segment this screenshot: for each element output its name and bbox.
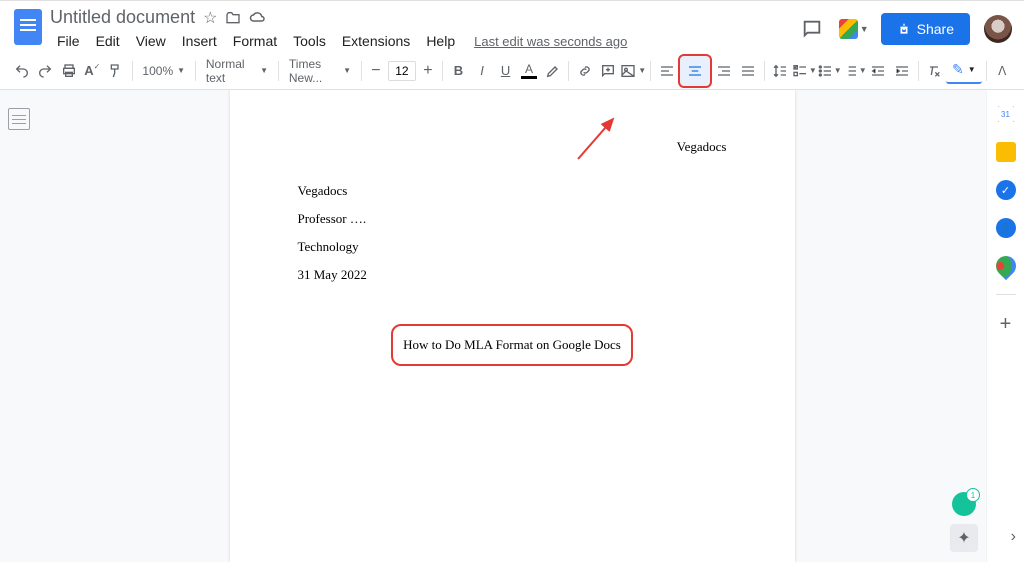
last-edit-link[interactable]: Last edit was seconds ago xyxy=(474,34,627,49)
body-line-4: 31 May 2022 xyxy=(298,262,727,288)
running-header: Vegadocs xyxy=(298,134,727,160)
insert-image-button[interactable]: ▼ xyxy=(620,57,646,85)
font-size-input[interactable] xyxy=(388,61,416,81)
spellcheck-button[interactable]: A✓ xyxy=(81,57,105,85)
body-line-2: Professor …. xyxy=(298,206,727,232)
align-center-annotation xyxy=(678,54,712,88)
move-icon[interactable] xyxy=(225,10,241,26)
hide-side-panel-button[interactable]: › xyxy=(1011,528,1016,546)
increase-indent-button[interactable] xyxy=(890,57,914,85)
increase-font-size-button[interactable]: + xyxy=(418,61,438,81)
document-page[interactable]: Vegadocs Vegadocs Professor …. Technolog… xyxy=(230,90,795,562)
bold-button[interactable]: B xyxy=(447,57,471,85)
clear-formatting-button[interactable] xyxy=(923,57,947,85)
menu-insert[interactable]: Insert xyxy=(175,30,224,52)
body-line-1: Vegadocs xyxy=(298,178,727,204)
document-title[interactable]: Untitled document xyxy=(50,7,195,28)
print-button[interactable] xyxy=(57,57,81,85)
checklist-button[interactable]: ▼ xyxy=(792,57,817,85)
show-outline-button[interactable] xyxy=(8,108,30,130)
line-spacing-button[interactable] xyxy=(768,57,792,85)
docs-logo[interactable] xyxy=(10,9,46,45)
calendar-icon[interactable] xyxy=(996,104,1016,124)
text-color-button[interactable]: A xyxy=(517,57,541,85)
zoom-dropdown[interactable]: 100%▼ xyxy=(136,58,191,84)
collapse-toolbar-button[interactable]: ᐱ xyxy=(991,57,1015,85)
menubar: File Edit View Insert Format Tools Exten… xyxy=(50,30,797,52)
share-button[interactable]: Share xyxy=(881,13,970,45)
comments-history-button[interactable] xyxy=(797,14,827,44)
font-family-dropdown[interactable]: Times New...▼ xyxy=(283,58,357,84)
editing-mode-dropdown[interactable]: ✎▼ xyxy=(946,58,982,84)
contacts-icon[interactable] xyxy=(996,218,1016,238)
undo-button[interactable] xyxy=(10,57,34,85)
highlight-color-button[interactable] xyxy=(541,57,565,85)
align-right-button[interactable] xyxy=(712,57,736,85)
maps-icon[interactable] xyxy=(991,252,1019,280)
menu-edit[interactable]: Edit xyxy=(89,30,127,52)
paint-format-button[interactable] xyxy=(104,57,128,85)
star-icon[interactable]: ☆ xyxy=(203,8,217,28)
cloud-saved-icon[interactable] xyxy=(249,9,267,27)
menu-help[interactable]: Help xyxy=(419,30,462,52)
menu-view[interactable]: View xyxy=(129,30,173,52)
menu-file[interactable]: File xyxy=(50,30,87,52)
side-panel: + xyxy=(986,90,1024,562)
paragraph-style-dropdown[interactable]: Normal text▼ xyxy=(200,58,274,84)
font-size-control: − + xyxy=(366,61,438,81)
explore-button[interactable]: ✦ xyxy=(950,524,978,552)
underline-button[interactable]: U xyxy=(494,57,518,85)
toolbar: A✓ 100%▼ Normal text▼ Times New...▼ − + … xyxy=(0,52,1024,90)
align-left-button[interactable] xyxy=(655,57,679,85)
meet-button[interactable]: ▼ xyxy=(839,14,869,44)
menu-format[interactable]: Format xyxy=(226,30,284,52)
document-title-text: How to Do MLA Format on Google Docs xyxy=(391,324,633,366)
align-justify-button[interactable] xyxy=(736,57,760,85)
menu-extensions[interactable]: Extensions xyxy=(335,30,417,52)
grammarly-icon[interactable] xyxy=(952,492,976,516)
account-avatar[interactable] xyxy=(982,13,1014,45)
share-label: Share xyxy=(917,21,954,37)
add-comment-button[interactable] xyxy=(597,57,621,85)
decrease-indent-button[interactable] xyxy=(867,57,891,85)
insert-link-button[interactable] xyxy=(573,57,597,85)
align-center-button[interactable] xyxy=(681,57,709,85)
get-addons-button[interactable]: + xyxy=(1000,313,1012,336)
decrease-font-size-button[interactable]: − xyxy=(366,61,386,81)
menu-tools[interactable]: Tools xyxy=(286,30,333,52)
bulleted-list-button[interactable]: ▼ xyxy=(817,57,842,85)
tasks-icon[interactable] xyxy=(996,180,1016,200)
italic-button[interactable]: I xyxy=(470,57,494,85)
redo-button[interactable] xyxy=(34,57,58,85)
content-area: Vegadocs Vegadocs Professor …. Technolog… xyxy=(0,90,1024,562)
keep-icon[interactable] xyxy=(996,142,1016,162)
body-line-3: Technology xyxy=(298,234,727,260)
app-header: Untitled document ☆ File Edit View Inser… xyxy=(0,1,1024,52)
numbered-list-button[interactable]: ▼ xyxy=(842,57,867,85)
